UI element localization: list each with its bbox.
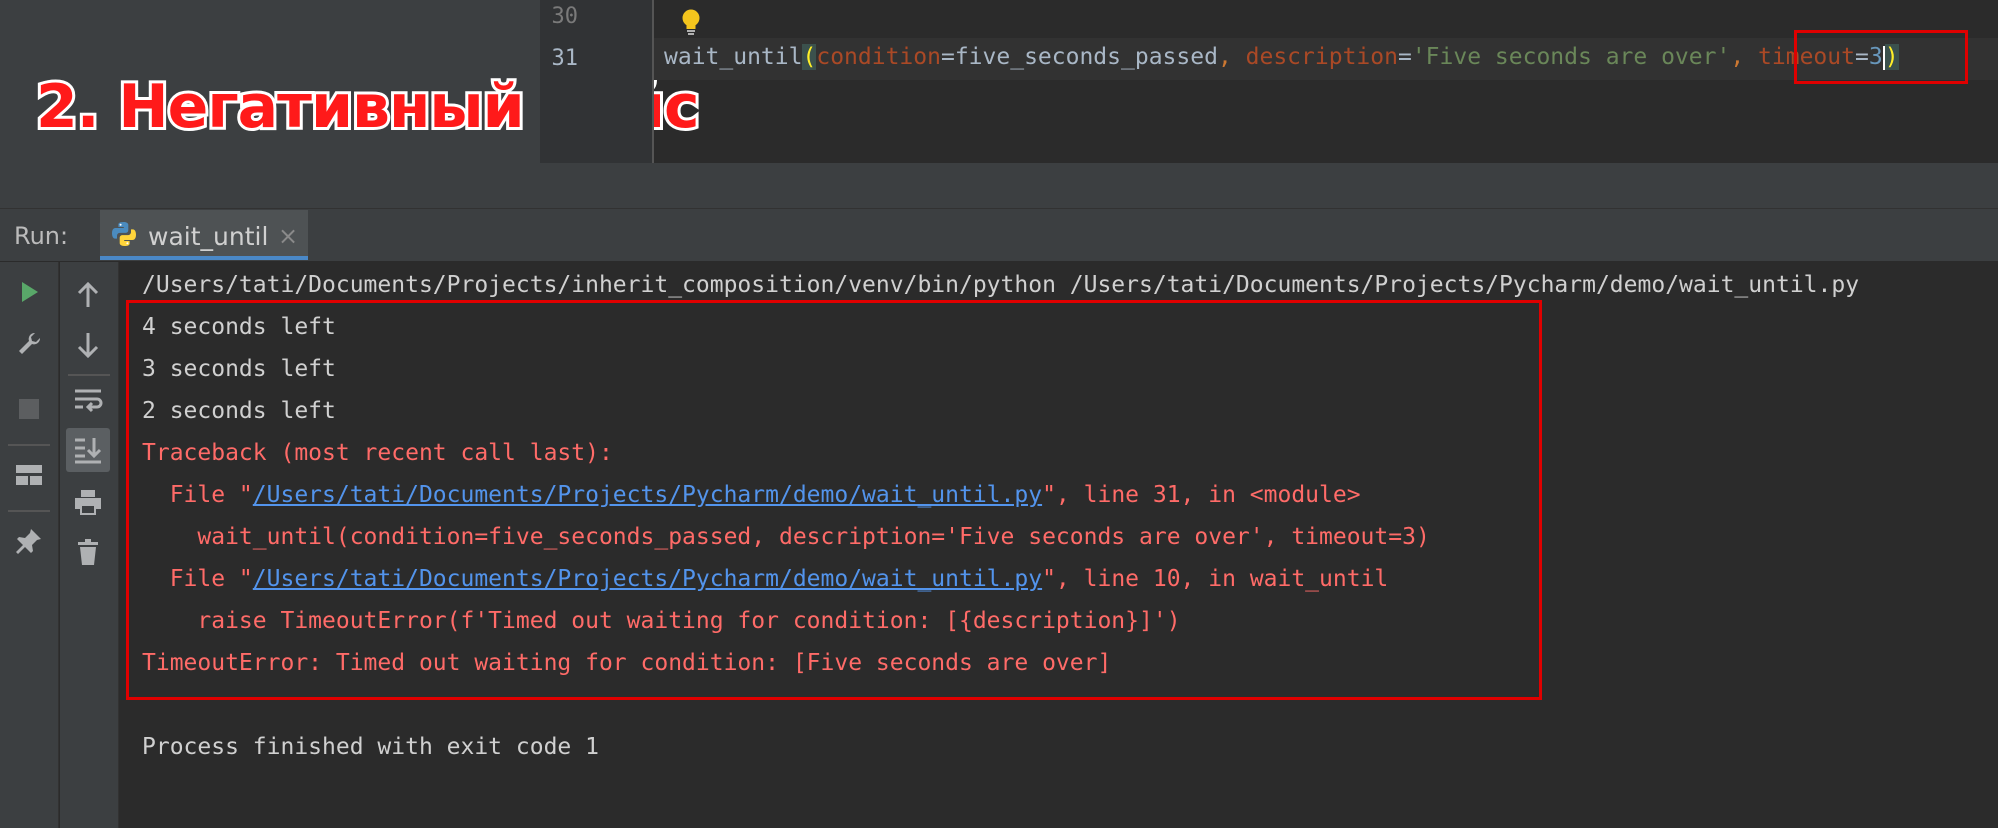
trash-icon[interactable]	[71, 535, 105, 569]
editor-bottom-bar	[540, 163, 1998, 208]
toolbar-separator	[68, 374, 110, 376]
code-open-paren: (	[802, 44, 817, 70]
soft-wrap-icon[interactable]	[71, 383, 105, 417]
code-param-description: description	[1245, 44, 1398, 70]
code-func: wait_until	[664, 44, 803, 70]
timeout-highlight-box	[1794, 30, 1968, 84]
pin-icon[interactable]	[12, 524, 46, 558]
code-param-condition: condition	[816, 44, 941, 70]
lightbulb-icon[interactable]	[680, 8, 702, 36]
line-number-31: 31	[551, 46, 579, 71]
traceback-highlight-box	[126, 300, 1542, 700]
toolbar-separator	[8, 510, 50, 512]
scroll-to-end-icon[interactable]	[71, 433, 105, 467]
run-tab-label: wait_until	[148, 222, 269, 251]
tab-close-icon[interactable]: ×	[278, 222, 298, 250]
console-command: /Users/tati/Documents/Projects/inherit_c…	[142, 272, 1860, 298]
stop-icon[interactable]	[12, 392, 46, 426]
code-sep-1: ,	[1217, 44, 1246, 70]
toolbar-separator	[8, 444, 50, 446]
code-value-condition: five_seconds_passed	[954, 44, 1218, 70]
arrow-up-icon[interactable]	[71, 278, 105, 312]
play-icon[interactable]	[12, 275, 46, 309]
print-icon[interactable]	[71, 485, 105, 519]
code-value-description: 'Five seconds are over'	[1411, 44, 1731, 70]
code-sep-2: ,	[1730, 44, 1759, 70]
run-label: Run:	[14, 222, 69, 250]
code-eq-1: =	[940, 44, 955, 70]
code-eq-2: =	[1397, 44, 1412, 70]
python-icon	[110, 220, 138, 248]
layout-icon[interactable]	[12, 458, 46, 492]
code-line-31[interactable]: wait_until(condition=five_seconds_passed…	[664, 44, 1899, 70]
arrow-down-icon[interactable]	[71, 328, 105, 362]
wrench-icon[interactable]	[12, 327, 46, 361]
exit-message: Process finished with exit code 1	[142, 734, 599, 760]
line-number-30: 30	[551, 4, 579, 29]
